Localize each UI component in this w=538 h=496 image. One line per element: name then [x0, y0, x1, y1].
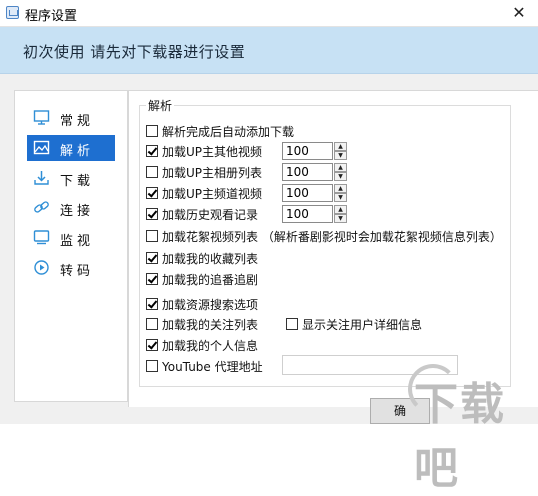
quantity-stepper[interactable]: ▲▼ — [282, 205, 348, 223]
settings-sidebar: 常规 解析 下载 连接 监视 转码 — [14, 90, 128, 402]
quantity-stepper[interactable]: ▲▼ — [282, 142, 348, 160]
option-resource-search[interactable]: 加载资源搜索选项 — [146, 295, 506, 315]
close-button[interactable]: ✕ — [500, 0, 538, 26]
sidebar-item-connection[interactable]: 连接 — [27, 195, 115, 221]
spin-down-icon[interactable]: ▼ — [334, 214, 347, 223]
spin-down-icon[interactable]: ▼ — [334, 172, 347, 181]
checkbox[interactable] — [146, 166, 158, 178]
option-up-other-videos[interactable]: 加载UP主其他视频 ▲▼ — [146, 142, 506, 162]
option-label: 加载历史观看记录 — [162, 208, 259, 222]
option-following-list[interactable]: 加载我的关注列表 — [146, 315, 276, 335]
checkbox[interactable] — [146, 187, 158, 199]
image-icon — [33, 140, 50, 155]
checkbox[interactable] — [146, 360, 158, 372]
header-banner: 初次使用 请先对下载器进行设置 — [0, 27, 538, 74]
watermark-text: 下载吧 — [414, 379, 506, 494]
convert-icon — [34, 260, 49, 275]
sidebar-item-label: 转码 — [60, 264, 95, 279]
checkbox[interactable] — [146, 145, 158, 157]
title-bar: 程序设置 ✕ — [0, 0, 538, 27]
download-icon — [34, 171, 49, 185]
option-watch-history[interactable]: 加载历史观看记录 ▲▼ — [146, 205, 506, 225]
close-icon: ✕ — [512, 3, 526, 22]
option-label: 加载UP主频道视频 — [162, 187, 263, 201]
option-label: 显示关注用户详细信息 — [302, 318, 423, 332]
number-field[interactable] — [282, 205, 333, 223]
checkbox[interactable] — [286, 318, 298, 330]
sidebar-item-label: 解析 — [60, 144, 95, 159]
option-followed-series[interactable]: 加载我的追番追剧 — [146, 270, 506, 290]
spin-up-icon[interactable]: ▲ — [334, 205, 347, 214]
parse-group: 解析 解析完成后自动添加下载 加载UP主其他视频 ▲▼ 加载UP主相册列表 ▲▼ — [139, 97, 511, 387]
option-auto-add-download[interactable]: 解析完成后自动添加下载 — [146, 122, 506, 142]
site-watermark: 下载吧 — [400, 358, 538, 494]
spin-down-icon[interactable]: ▼ — [334, 151, 347, 160]
checkbox[interactable] — [146, 208, 158, 220]
option-label: YouTube 代理地址 — [162, 360, 263, 374]
checkbox[interactable] — [146, 318, 158, 330]
number-field[interactable] — [282, 184, 333, 202]
sidebar-item-transcode[interactable]: 转码 — [27, 255, 115, 281]
number-field[interactable] — [282, 163, 333, 181]
option-label: 加载花絮视频列表 （解析番剧影视时会加载花絮视频信息列表） — [162, 230, 502, 244]
window-title: 程序设置 — [25, 9, 78, 24]
checkbox[interactable] — [146, 252, 158, 264]
checkbox[interactable] — [146, 125, 158, 137]
sidebar-item-download[interactable]: 下载 — [27, 165, 115, 191]
option-personal-info[interactable]: 加载我的个人信息 — [146, 336, 506, 356]
sidebar-item-parse[interactable]: 解析 — [27, 135, 115, 161]
option-favorites[interactable]: 加载我的收藏列表 — [146, 249, 506, 269]
quantity-stepper[interactable]: ▲▼ — [282, 184, 348, 202]
spin-up-icon[interactable]: ▲ — [334, 163, 347, 172]
app-icon — [6, 6, 19, 19]
option-up-album-list[interactable]: 加载UP主相册列表 ▲▼ — [146, 163, 506, 183]
group-title: 解析 — [148, 99, 173, 113]
checkbox[interactable] — [146, 339, 158, 351]
option-up-channel-videos[interactable]: 加载UP主频道视频 ▲▼ — [146, 184, 506, 204]
spin-down-icon[interactable]: ▼ — [334, 193, 347, 202]
option-extras-videos[interactable]: 加载花絮视频列表 （解析番剧影视时会加载花絮视频信息列表） — [146, 227, 506, 247]
option-follow-user-details[interactable]: 显示关注用户详细信息 — [286, 315, 486, 335]
header-text: 初次使用 请先对下载器进行设置 — [23, 43, 246, 61]
number-field[interactable] — [282, 142, 333, 160]
sidebar-item-label: 下载 — [60, 174, 95, 189]
spin-up-icon[interactable]: ▲ — [334, 184, 347, 193]
option-label: 加载我的个人信息 — [162, 339, 259, 353]
option-label: 加载资源搜索选项 — [162, 298, 259, 312]
sidebar-item-label: 常规 — [60, 114, 95, 129]
option-label: 加载UP主其他视频 — [162, 145, 263, 159]
checkbox[interactable] — [146, 273, 158, 285]
monitor-icon — [33, 110, 50, 125]
screen-icon — [33, 230, 50, 245]
sidebar-item-label: 连接 — [60, 204, 95, 219]
option-label: 加载我的收藏列表 — [162, 252, 259, 266]
link-icon — [34, 201, 49, 213]
option-label: 解析完成后自动添加下载 — [162, 125, 295, 139]
option-label: 加载UP主相册列表 — [162, 166, 263, 180]
checkbox[interactable] — [146, 298, 158, 310]
checkbox[interactable] — [146, 230, 158, 242]
quantity-stepper[interactable]: ▲▼ — [282, 163, 348, 181]
spin-up-icon[interactable]: ▲ — [334, 142, 347, 151]
sidebar-item-label: 监视 — [60, 234, 95, 249]
option-label: 加载我的追番追剧 — [162, 273, 259, 287]
sidebar-item-monitor[interactable]: 监视 — [27, 225, 115, 251]
option-label: 加载我的关注列表 — [162, 318, 259, 332]
sidebar-item-general[interactable]: 常规 — [27, 105, 115, 131]
